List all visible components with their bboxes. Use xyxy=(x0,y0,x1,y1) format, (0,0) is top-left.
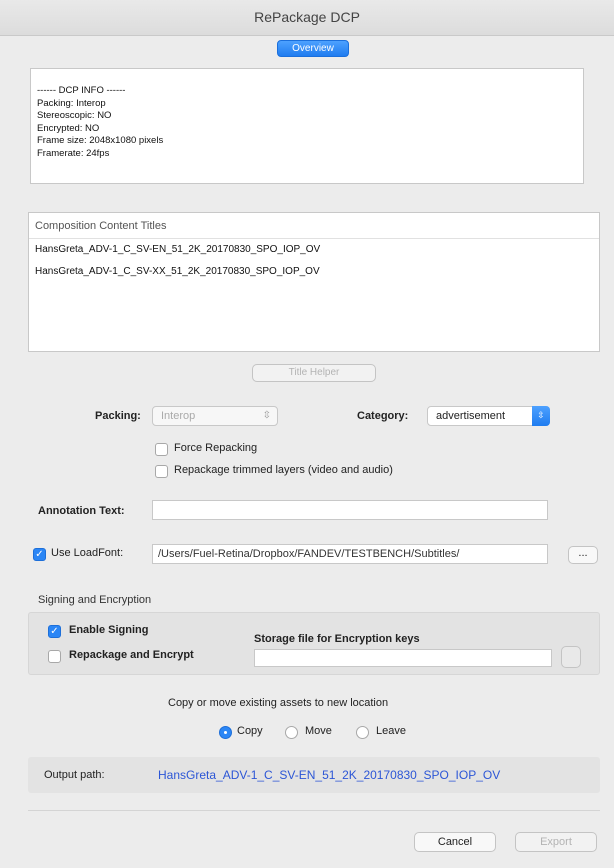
composition-list[interactable]: Composition Content Titles HansGreta_ADV… xyxy=(28,212,600,352)
storage-file-label: Storage file for Encryption keys xyxy=(254,633,420,645)
tab-overview[interactable]: Overview xyxy=(277,40,349,57)
signing-panel: ✓ Enable Signing Repackage and Encrypt S… xyxy=(28,612,600,675)
repackage-encrypt-checkbox[interactable] xyxy=(48,650,61,663)
packing-value: Interop xyxy=(161,410,196,422)
output-path-value[interactable]: HansGreta_ADV-1_C_SV-EN_51_2K_20170830_S… xyxy=(158,768,500,782)
annotation-input[interactable] xyxy=(152,500,548,520)
enable-signing-checkbox[interactable]: ✓ xyxy=(48,625,61,638)
use-loadfont-checkbox[interactable]: ✓ xyxy=(33,548,46,561)
force-repacking-label: Force Repacking xyxy=(174,442,258,454)
category-label: Category: xyxy=(357,410,409,422)
force-repacking-checkbox[interactable] xyxy=(155,443,168,456)
output-path-label: Output path: xyxy=(44,769,105,781)
composition-title-row[interactable]: HansGreta_ADV-1_C_SV-XX_51_2K_20170830_S… xyxy=(29,261,599,283)
assets-label: Copy or move existing assets to new loca… xyxy=(168,697,389,709)
repackage-encrypt-label: Repackage and Encrypt xyxy=(69,649,194,661)
packing-select[interactable]: Interop ⇳ xyxy=(152,406,278,426)
output-path-bar: Output path: HansGreta_ADV-1_C_SV-EN_51_… xyxy=(28,757,600,793)
category-select[interactable]: advertisement ⇳ xyxy=(427,406,550,426)
loadfont-path-input[interactable]: /Users/Fuel-Retina/Dropbox/FANDEV/TESTBE… xyxy=(152,544,548,564)
use-loadfont-label: Use LoadFont: xyxy=(51,547,124,559)
stepper-arrows-icon: ⇳ xyxy=(262,410,271,421)
leave-radio[interactable] xyxy=(356,726,369,739)
dcp-info-line: ------ DCP INFO ------ xyxy=(37,85,126,96)
dcp-info-line: Encrypted: NO xyxy=(37,122,100,134)
leave-label: Leave xyxy=(376,725,406,737)
enable-signing-label: Enable Signing xyxy=(69,624,149,636)
signing-section-title: Signing and Encryption xyxy=(38,594,152,606)
dropdown-arrows-icon: ⇳ xyxy=(532,406,550,426)
copy-radio[interactable] xyxy=(219,726,232,739)
browse-loadfont-button[interactable]: ... xyxy=(568,546,598,564)
move-label: Move xyxy=(305,725,332,737)
repackage-trimmed-checkbox[interactable] xyxy=(155,465,168,478)
storage-file-input[interactable] xyxy=(254,649,552,667)
move-radio[interactable] xyxy=(285,726,298,739)
composition-list-header: Composition Content Titles xyxy=(29,213,599,239)
dcp-info-box[interactable]: ------ DCP INFO ------ Packing: Interop … xyxy=(30,68,584,184)
export-button[interactable]: Export xyxy=(515,832,597,852)
dcp-info-line: Frame size: 2048x1080 pixels xyxy=(37,135,164,146)
dcp-info-line: Packing: Interop xyxy=(37,97,106,109)
title-helper-button[interactable]: Title Helper xyxy=(252,364,376,382)
footer-divider xyxy=(28,810,600,811)
window-title: RePackage DCP xyxy=(0,0,614,36)
copy-label: Copy xyxy=(237,725,263,737)
storage-file-browse-button[interactable] xyxy=(561,646,581,668)
cancel-button[interactable]: Cancel xyxy=(414,832,496,852)
packing-label: Packing: xyxy=(95,410,141,422)
repackage-trimmed-label: Repackage trimmed layers (video and audi… xyxy=(174,464,393,476)
dcp-info-line: Framerate: 24fps xyxy=(37,147,110,159)
category-value: advertisement xyxy=(436,410,506,422)
annotation-label: Annotation Text: xyxy=(38,505,125,517)
composition-title-row[interactable]: HansGreta_ADV-1_C_SV-EN_51_2K_20170830_S… xyxy=(29,239,599,261)
dcp-info-line: Stereoscopic: NO xyxy=(37,110,112,121)
